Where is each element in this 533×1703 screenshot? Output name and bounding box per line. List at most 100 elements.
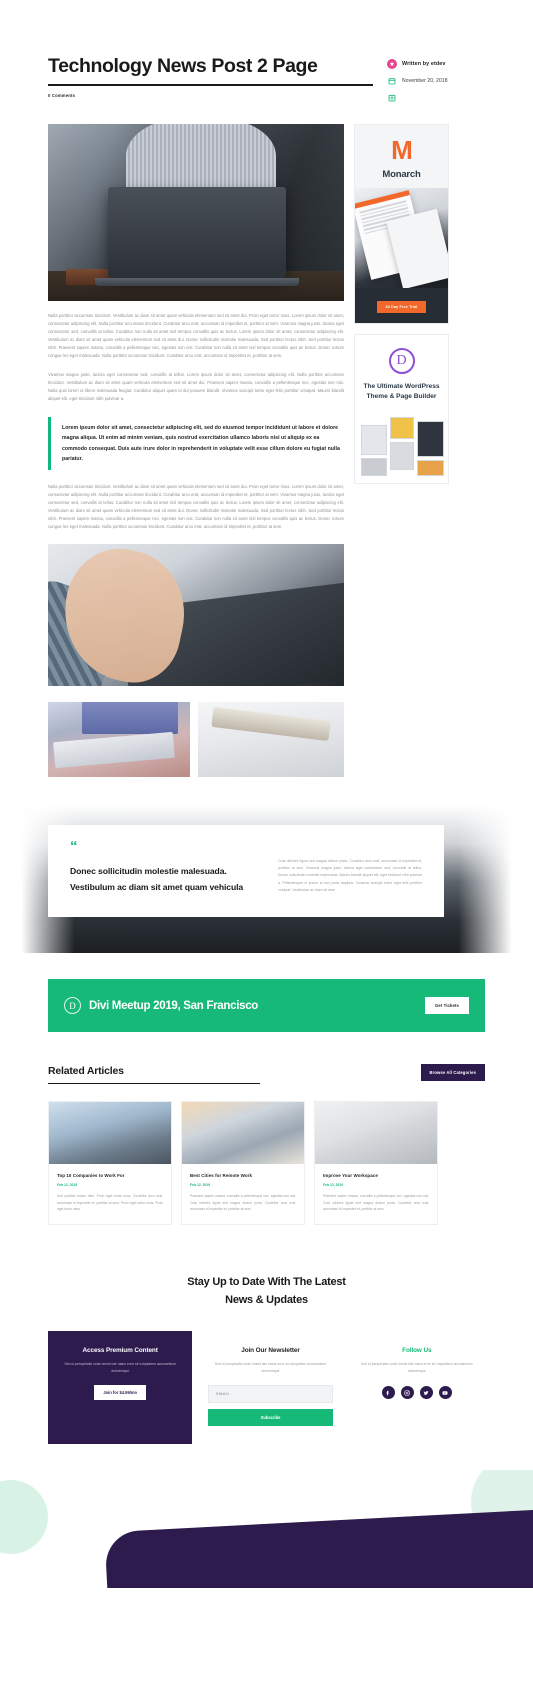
facebook-icon[interactable] [381,1386,395,1400]
related-divider [48,1082,260,1085]
article-column: Nulla porttitor accumsan tincidunt. Vest… [48,124,344,687]
monarch-logo-icon: M [391,135,413,165]
divi-logo-icon: D [388,348,415,375]
monarch-product-name: Monarch [382,169,421,181]
pullquote-right: Cras ultricies ligula sed magna dictum p… [278,842,422,895]
related-cards: Top 10 Companies to Work For Feb 12, 201… [48,1101,485,1225]
newsletter-signup-card: Join Our Newsletter Sed ut perspiciatis … [202,1331,338,1444]
folder-icon [387,93,397,103]
youtube-icon[interactable] [438,1386,452,1400]
article-card[interactable]: Best Cities for Remote Work Feb 12, 2019… [181,1101,305,1225]
article-card-body: Top 10 Companies to Work For Feb 12, 201… [49,1164,171,1224]
divi-header: D The Ultimate WordPress Theme & Page Bu… [355,335,448,411]
divi-artwork [355,410,448,483]
follow-text: Sed ut perspiciatis unde omnis iste natu… [361,1362,473,1373]
sidebar-widget-monarch[interactable]: M Monarch 30 Day Free Trial [354,124,449,325]
article-card[interactable]: Top 10 Companies to Work For Feb 12, 201… [48,1101,172,1225]
related-articles-section: Related Articles Browse All Categories T… [0,1032,533,1225]
article-card-body: Improve Your Workspace Feb 12, 2019 Prae… [315,1164,437,1224]
article-card-title[interactable]: Best Cities for Remote Work [190,1173,296,1178]
article-paragraph-3: Nulla porttitor accumsan tincidunt. Vest… [48,484,344,530]
article-card-excerpt: Praesent sapien massa, convallis a pelle… [190,1194,296,1212]
post-header: Technology News Post 2 Page 0 Comments W… [0,0,533,110]
article-card-image [182,1102,304,1165]
monarch-cta-area: 30 Day Free Trial [355,288,448,324]
article-card-date: Feb 12, 2019 [190,1183,211,1188]
title-divider [48,84,373,87]
article-paragraph-1: Nulla porttitor accumsan tincidunt. Vest… [48,313,344,358]
calendar-icon [387,76,397,86]
gallery-monitor-shape [82,702,178,735]
article-card-excerpt: Sed porttitor lectus nibh. Proin eget to… [57,1194,163,1212]
monarch-header: M Monarch [355,125,448,189]
article-card-date: Feb 12, 2019 [57,1183,78,1188]
gallery-image-2 [198,702,344,778]
author-avatar-icon [387,59,397,69]
newsletter-text: Sed ut perspiciatis unde omnis iste natu… [214,1362,327,1373]
twitter-icon[interactable] [419,1386,433,1400]
premium-content-card: Access Premium Content Sed ut perspiciat… [48,1331,193,1445]
pullquote-band: “ Donec sollicitudin molestie malesuada.… [0,805,533,954]
newsletter-heading-line-1: Stay Up to Date With The Latest [187,1275,346,1288]
sidebar: M Monarch 30 Day Free Trial D The Ultima… [354,124,449,494]
join-premium-button[interactable]: Join for $4.99/mo [94,1385,146,1401]
post-date: November 20, 2018 [402,78,448,84]
pullquote-left: “ Donec sollicitudin molestie malesuada.… [70,838,260,895]
article-blockquote: Lorem ipsum dolor sit amet, consectetur … [48,416,344,471]
premium-title: Access Premium Content [82,1347,158,1355]
article-card-image [49,1102,171,1165]
dual-image-row [0,686,533,778]
instagram-icon[interactable] [400,1386,414,1400]
hero-laptop-shape [95,187,299,286]
newsletter-section: Stay Up to Date With The Latest News & U… [0,1225,533,1445]
get-tickets-button[interactable]: Get Tickets [424,997,469,1015]
meta-author-row[interactable]: Written by etdev [387,59,491,69]
quote-mark-icon: “ [70,838,78,856]
meetup-wrapper: D Divi Meetup 2019, San Francisco Get Ti… [0,953,533,1033]
page-title: Technology News Post 2 Page [48,55,318,77]
decor-purple-shape [104,1507,533,1589]
content-row: Nulla porttitor accumsan tincidunt. Vest… [0,110,533,687]
pullquote-card: “ Donec sollicitudin molestie malesuada.… [48,825,444,918]
newsletter-columns: Access Premium Content Sed ut perspiciat… [48,1331,485,1445]
monarch-trial-button[interactable]: 30 Day Free Trial [376,301,427,314]
comments-count[interactable]: 0 Comments [48,93,373,98]
gallery-keyboard-shape [53,731,175,769]
article-paragraph-2: Vivamus magna justo, lacinia eget consec… [48,371,344,401]
pullquote-title: Donec sollicitudin molestie malesuada. V… [70,865,244,892]
article-card-excerpt: Praesent sapien massa, convallis a pelle… [323,1194,429,1212]
footer-decoration [0,1470,533,1589]
meta-date-row: November 20, 2018 [387,76,491,86]
blockquote-text: Lorem ipsum dolor sit amet, consectetur … [62,424,340,462]
author-name: Written by etdev [402,61,446,67]
article-card-image [315,1102,437,1165]
post-meta: Written by etdev November 20, 2018 [387,55,491,110]
gallery-image-1 [48,702,190,778]
browse-all-categories-button[interactable]: Browse All Categories [420,1064,485,1082]
newsletter-title: Join Our Newsletter [241,1347,300,1355]
related-title-wrap: Related Articles [48,1064,411,1085]
post-title-block: Technology News Post 2 Page 0 Comments [48,55,387,98]
decor-circle-left [0,1480,48,1555]
article-card-body: Best Cities for Remote Work Feb 12, 2019… [182,1164,304,1224]
blog-post-page: Technology News Post 2 Page 0 Comments W… [0,0,533,1589]
article-card-date: Feb 12, 2019 [323,1183,344,1188]
divi-meetup-logo-icon: D [64,997,81,1015]
subscribe-button[interactable]: Subscribe [208,1409,333,1427]
related-articles-heading: Related Articles [48,1064,124,1077]
article-card-title[interactable]: Improve Your Workspace [323,1173,429,1178]
social-links [355,1386,479,1400]
article-card[interactable]: Improve Your Workspace Feb 12, 2019 Prae… [314,1101,438,1225]
meetup-title: Divi Meetup 2019, San Francisco [89,999,259,1012]
pullquote-body: Cras ultricies ligula sed magna dictum p… [278,859,422,892]
related-header: Related Articles Browse All Categories [48,1064,485,1085]
email-field[interactable] [208,1385,333,1404]
divi-tagline: The Ultimate WordPress Theme & Page Buil… [363,383,440,400]
follow-us-card: Follow Us Sed ut perspiciatis unde omnis… [349,1331,485,1444]
article-card-title[interactable]: Top 10 Companies to Work For [57,1173,163,1178]
sidebar-widget-divi[interactable]: D The Ultimate WordPress Theme & Page Bu… [354,334,449,484]
monarch-artwork [355,188,448,289]
newsletter-heading-line-2: News & Updates [225,1294,308,1307]
meetup-left: D Divi Meetup 2019, San Francisco [64,997,259,1015]
meta-category-row[interactable] [387,93,491,103]
